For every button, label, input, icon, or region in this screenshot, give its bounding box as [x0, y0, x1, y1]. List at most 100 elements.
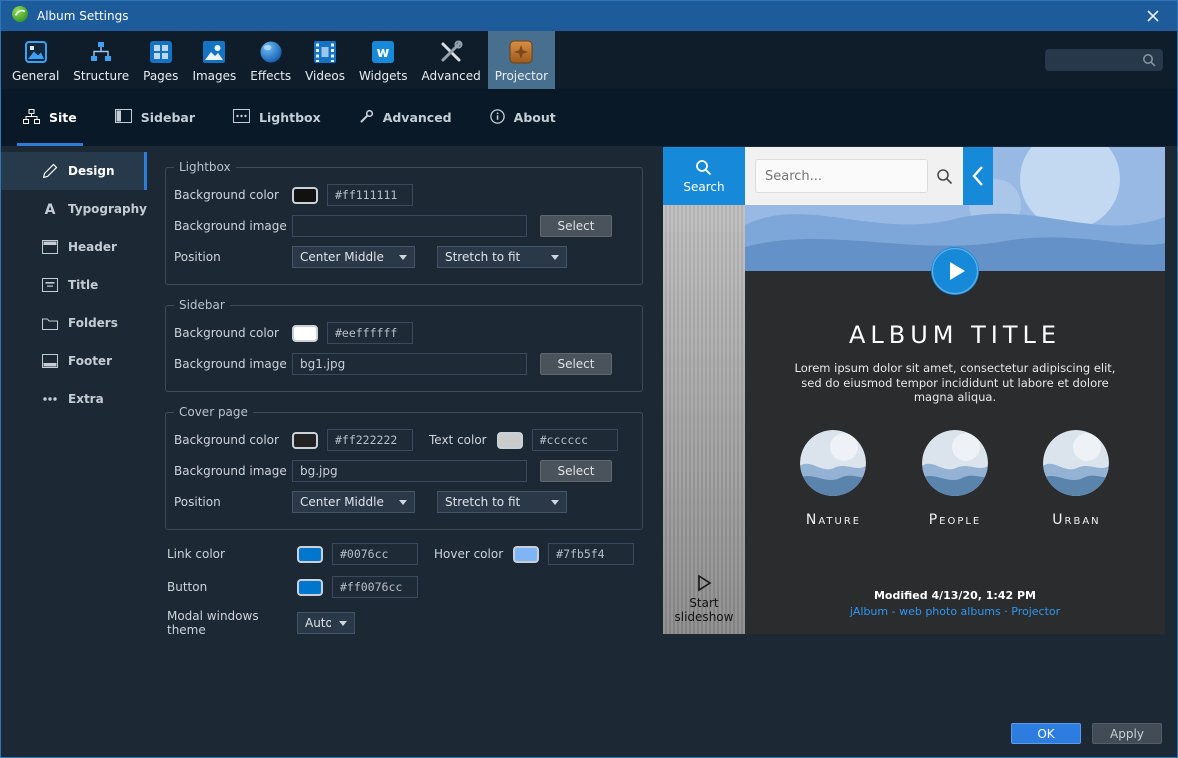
lightbox-icon	[233, 109, 250, 126]
cover-bg-color-swatch[interactable]	[292, 432, 318, 449]
subnav-label: Site	[49, 110, 77, 125]
cover-text-color-swatch[interactable]	[497, 432, 523, 449]
sidebar-bg-image-input[interactable]	[292, 353, 527, 375]
widgets-icon: w	[370, 38, 396, 66]
button-color-swatch[interactable]	[297, 579, 323, 596]
sidebar-item-design[interactable]: Design	[1, 152, 147, 190]
preview-topbar	[745, 147, 993, 205]
folder-thumb-urban[interactable]: Urban	[1043, 430, 1109, 528]
subnav-site[interactable]: Site	[23, 89, 77, 146]
sidebar-bg-color-input[interactable]	[327, 322, 413, 344]
sidebar-item-extra[interactable]: Extra	[1, 380, 147, 418]
folder-thumb-people[interactable]: People	[922, 430, 988, 528]
projector-link[interactable]: Projector	[1011, 605, 1060, 618]
sidebar-item-folders[interactable]: Folders	[1, 304, 147, 342]
tab-label: Widgets	[359, 69, 408, 83]
titlebar: Album Settings	[1, 1, 1177, 31]
lightbox-bg-color-input[interactable]	[327, 184, 413, 206]
tab-projector[interactable]: Projector	[488, 31, 555, 89]
lightbox-bg-color-swatch[interactable]	[292, 187, 318, 204]
sidebar-item-footer[interactable]: Footer	[1, 342, 147, 380]
lightbox-position-dropdown[interactable]: Center Middle	[292, 246, 415, 268]
ok-button[interactable]: OK	[1011, 723, 1081, 744]
hover-color-swatch[interactable]	[513, 546, 539, 563]
tab-effects[interactable]: Effects	[243, 31, 298, 89]
subnav-lightbox[interactable]: Lightbox	[233, 89, 321, 146]
projector-icon	[508, 38, 534, 66]
cover-bg-color-input[interactable]	[327, 429, 413, 451]
cover-stretch-dropdown[interactable]: Stretch to fit	[437, 491, 567, 513]
apply-button[interactable]: Apply	[1092, 723, 1162, 744]
modal-theme-label: Modal windows theme	[167, 609, 297, 637]
sidebar-bg-color-swatch[interactable]	[292, 325, 318, 342]
preview-search-input[interactable]	[755, 159, 928, 193]
preview-search-button-label: Search	[683, 180, 724, 194]
lightbox-stretch-dropdown[interactable]: Stretch to fit	[437, 246, 567, 268]
tab-videos[interactable]: Videos	[298, 31, 352, 89]
tab-general[interactable]: General	[5, 31, 66, 89]
modal-theme-dropdown[interactable]: Auto	[297, 612, 355, 634]
tab-pages[interactable]: Pages	[136, 31, 185, 89]
tab-widgets[interactable]: w Widgets	[352, 31, 415, 89]
background-image-label: Background image	[174, 219, 292, 233]
preview-searchbar	[745, 147, 963, 205]
subnav-sidebar[interactable]: Sidebar	[115, 89, 195, 146]
close-icon	[1147, 10, 1159, 22]
close-button[interactable]	[1139, 2, 1167, 30]
hover-color-input[interactable]	[548, 543, 634, 565]
cover-bg-image-select-button[interactable]: Select	[540, 460, 612, 482]
search-icon[interactable]	[936, 168, 953, 185]
wrench-icon	[359, 109, 374, 127]
sidebar-item-typography[interactable]: A Typography	[1, 190, 147, 228]
link-separator: ·	[1004, 605, 1008, 618]
svg-text:w: w	[377, 45, 390, 61]
jalbum-link[interactable]: jAlbum - web photo albums	[850, 605, 1001, 618]
tab-label: Structure	[73, 69, 129, 83]
folder-label: Urban	[1052, 512, 1100, 528]
lightbox-bg-image-select-button[interactable]: Select	[540, 215, 612, 237]
sidebar-item-header[interactable]: Header	[1, 228, 147, 266]
tab-images[interactable]: Images	[185, 31, 243, 89]
link-color-input[interactable]	[332, 543, 418, 565]
play-slideshow-button[interactable]	[931, 247, 979, 295]
folder-label: Nature	[806, 512, 861, 528]
settings-search-box[interactable]	[1045, 49, 1163, 71]
start-slideshow-button[interactable]: Start slideshow	[663, 574, 745, 624]
folder-image	[1043, 430, 1109, 496]
chevron-left-icon	[971, 165, 984, 187]
background-color-label: Background color	[174, 188, 292, 202]
album-title: ALBUM TITLE	[745, 321, 1165, 349]
collapse-sidebar-button[interactable]	[963, 147, 993, 205]
tab-structure[interactable]: Structure	[66, 31, 136, 89]
subnav-label: About	[514, 110, 556, 125]
chevron-down-icon	[551, 500, 559, 505]
subnav-about[interactable]: About	[490, 89, 556, 146]
tab-label: Effects	[250, 69, 291, 83]
start-slideshow-label: Start slideshow	[663, 596, 745, 624]
svg-text:A: A	[44, 202, 55, 217]
sidebar-item-title[interactable]: Title	[1, 266, 147, 304]
folder-thumb-nature[interactable]: Nature	[800, 430, 866, 528]
preview-search-button[interactable]: Search	[663, 147, 745, 205]
tab-label: Videos	[305, 69, 345, 83]
folder-image	[922, 430, 988, 496]
sidebar-bg-image-select-button[interactable]: Select	[540, 353, 612, 375]
lightbox-bg-image-input[interactable]	[292, 215, 527, 237]
footer-icon	[41, 354, 58, 368]
subnav-advanced[interactable]: Advanced	[359, 89, 452, 146]
cover-position-dropdown[interactable]: Center Middle	[292, 491, 415, 513]
main-toolbar: General Structure Pages	[1, 31, 1177, 89]
button-color-input[interactable]	[332, 576, 418, 598]
folder-label: People	[929, 512, 982, 528]
settings-search-input[interactable]	[1052, 52, 1142, 68]
cover-text-color-input[interactable]	[532, 429, 618, 451]
link-color-swatch[interactable]	[297, 546, 323, 563]
position-label: Position	[174, 495, 292, 509]
settings-body: Design A Typography Header	[1, 146, 1177, 757]
sidebar-layout-icon	[115, 109, 132, 126]
modified-date: Modified 4/13/20, 1:42 PM	[745, 589, 1165, 602]
album-settings-window: Album Settings General	[0, 0, 1178, 758]
info-icon	[490, 109, 505, 127]
tab-advanced[interactable]: Advanced	[414, 31, 487, 89]
cover-bg-image-input[interactable]	[292, 460, 527, 482]
